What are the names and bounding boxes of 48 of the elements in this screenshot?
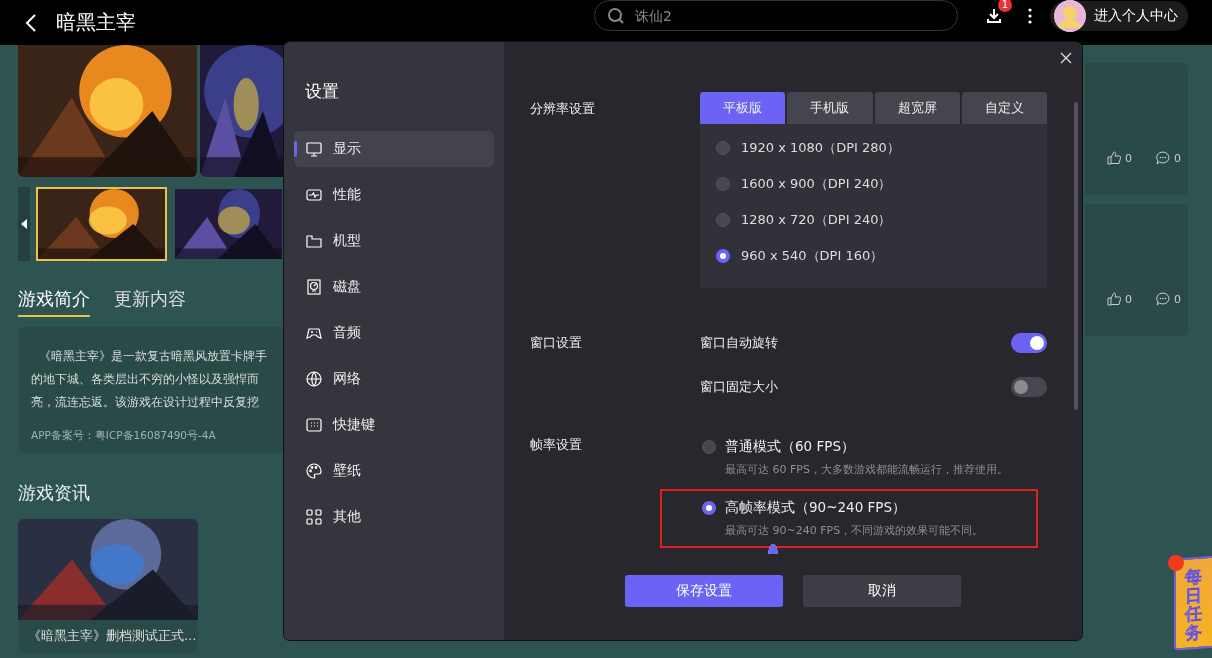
resolution-tab[interactable]: 平板版 <box>700 92 786 124</box>
resolution-tab[interactable]: 自定义 <box>961 92 1047 124</box>
option-hint: 最高可达 60 FPS，大多数游戏都能流畅运行，推荐使用。 <box>724 462 1009 477</box>
notification-badge: 1 <box>998 0 1012 12</box>
description-text: 亮，流连忘返。该游戏在设计过程中反复挖 <box>31 394 260 411</box>
nav-item[interactable]: 壁纸 <box>294 453 494 489</box>
section-label: 分辨率设置 <box>530 100 596 118</box>
nav-item[interactable]: 磁盘 <box>294 269 494 305</box>
comment-count: 0 <box>1174 292 1181 306</box>
post-card[interactable]: 0 0 <box>1085 204 1188 336</box>
option-label: 1920 x 1080（DPI 280） <box>741 139 900 157</box>
option-label: 960 x 540（DPI 160） <box>741 247 884 265</box>
save-button[interactable]: 保存设置 <box>625 575 783 607</box>
option-label: 普通模式（60 FPS） <box>725 438 855 456</box>
info-tab[interactable]: 游戏简介 <box>18 287 90 317</box>
dialog-title: 设置 <box>305 80 340 103</box>
nav-item[interactable]: 网络 <box>294 361 494 397</box>
comment-count: 0 <box>1174 151 1181 165</box>
toggle-label: 窗口固定大小 <box>700 378 778 396</box>
info-tab[interactable]: 更新内容 <box>114 287 186 317</box>
option-hint: 最高可达 90~240 FPS，不同游戏的效果可能不同。 <box>724 523 985 538</box>
nav-item[interactable]: 显示 <box>294 131 494 167</box>
resolution-tab[interactable]: 超宽屏 <box>874 92 960 124</box>
news-caption: 《暗黑主宰》删档测试正式… <box>27 627 198 645</box>
nav-item[interactable]: 机型 <box>294 223 494 259</box>
nav-item[interactable]: 性能 <box>294 177 494 213</box>
record-number: APP备案号：粤ICP备16087490号-4A <box>31 428 217 443</box>
like-count: 0 <box>1125 151 1132 165</box>
description-text: 《暗黑主宰》是一款复古暗黑风放置卡牌手 <box>38 348 268 365</box>
search-field[interactable]: 诛仙2 <box>594 0 958 31</box>
like-count: 0 <box>1125 292 1132 306</box>
cancel-button[interactable]: 取消 <box>803 575 961 607</box>
description-text: 的地下城、各类层出不穷的小怪以及强悍而 <box>31 371 260 388</box>
news-card[interactable]: 《暗黑主宰》删档测试正式… <box>18 519 198 653</box>
option-label: 1280 x 720（DPI 240） <box>741 211 892 229</box>
page-title: 暗黑主宰 <box>56 9 136 36</box>
option-label: 高帧率模式（90~240 FPS） <box>725 499 907 517</box>
post-card[interactable]: 0 0 <box>1085 63 1188 195</box>
section-label: 帧率设置 <box>530 436 583 454</box>
section-label: 窗口设置 <box>530 334 583 352</box>
resolution-tab[interactable]: 手机版 <box>787 92 873 124</box>
nav-item[interactable]: 音频 <box>294 315 494 351</box>
nav-item[interactable]: 其他 <box>294 499 494 535</box>
toggle-label: 窗口自动旋转 <box>700 334 778 352</box>
option-label: 1600 x 900（DPI 240） <box>741 175 892 193</box>
nav-item[interactable]: 快捷键 <box>294 407 494 443</box>
section-title: 游戏资讯 <box>18 481 91 505</box>
profile-button[interactable]: 进入个人中心 <box>1050 0 1188 31</box>
